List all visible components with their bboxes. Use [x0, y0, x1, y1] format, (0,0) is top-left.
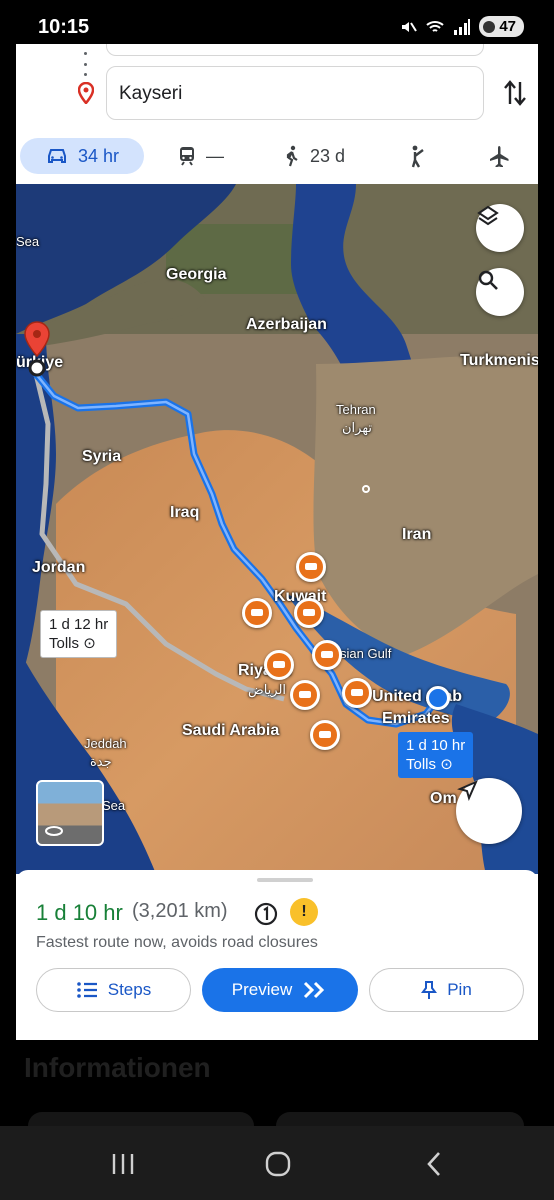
map-label-syria: Syria [82, 448, 122, 465]
map-label-tehran-native: تهران [342, 420, 372, 435]
car-icon [48, 149, 66, 163]
pin-label: Pin [447, 980, 472, 999]
transit-icon [180, 147, 194, 166]
toll-icon [254, 902, 278, 926]
toll-icon: ⊙ [83, 635, 96, 652]
map-label-riyadh-native: الرياض [248, 682, 287, 697]
tab-transit[interactable]: — [178, 138, 224, 174]
map-label-turkmenistan: Turkmenis [460, 352, 538, 369]
speed-camera-icon[interactable] [242, 598, 272, 628]
directions-app: Kayseri 34 hr — 23 d Sea Georgia Azerbai… [16, 44, 538, 1040]
map-label-red-sea: Sea [102, 798, 126, 813]
main-route-label[interactable]: 1 d 10 hr Tolls ⊙ [398, 732, 474, 778]
map-label-uae-line2: Emirates [382, 710, 450, 727]
status-bar: 10:15 47 [0, 0, 554, 44]
street-view-thumbnail[interactable] [36, 780, 104, 846]
pin-icon [421, 981, 438, 999]
swap-direction-icon[interactable] [502, 78, 528, 108]
wifi-icon [426, 20, 444, 32]
flight-icon [490, 146, 509, 167]
route-connector-dots [84, 52, 88, 76]
layers-button[interactable] [476, 204, 524, 252]
transit-time: — [206, 145, 224, 166]
mute-icon [402, 21, 418, 32]
list-icon [76, 982, 97, 998]
map-label-jordan: Jordan [32, 559, 86, 576]
destination-marker [426, 686, 450, 710]
tab-walking[interactable]: 23 d [284, 138, 345, 174]
map-label-saudi-arabia: Saudi Arabia [182, 722, 280, 739]
main-route-time: 1 d 10 hr [406, 737, 466, 754]
pin-button[interactable]: Pin [369, 968, 524, 1012]
alt-route-tolls: Tolls [49, 635, 80, 652]
origin-field[interactable] [106, 44, 484, 56]
map-label-jeddah-native: جدة [90, 754, 112, 769]
speed-camera-icon[interactable] [312, 640, 342, 670]
battery-saver-icon [483, 20, 496, 33]
back-icon[interactable] [424, 1150, 444, 1178]
tab-ride[interactable] [408, 138, 426, 174]
signal-icon [454, 18, 471, 35]
search-along-route-button[interactable] [476, 268, 524, 316]
search-icon [478, 270, 498, 290]
battery-level: 47 [499, 18, 516, 35]
status-time: 10:15 [38, 16, 90, 38]
map-label-oman: Om [430, 790, 457, 807]
alt-route-time: 1 d 12 hr [49, 616, 109, 633]
speed-camera-icon[interactable] [342, 678, 372, 708]
walk-icon [286, 145, 298, 167]
map-label-sea: Sea [16, 234, 40, 249]
steps-button[interactable]: Steps [36, 968, 191, 1012]
route-subtitle: Fastest route now, avoids road closures [36, 934, 318, 951]
route-distance: (3,201 km) [132, 900, 228, 922]
double-chevron-icon [304, 981, 325, 999]
preview-button[interactable]: Preview [202, 968, 358, 1012]
recent-apps-icon[interactable] [110, 1152, 136, 1176]
warning-icon[interactable]: ! [290, 898, 318, 926]
driving-time: 34 hr [78, 145, 120, 166]
battery-indicator: 47 [479, 16, 524, 37]
map-label-azerbaijan: Azerbaijan [246, 316, 327, 333]
map-view[interactable]: Sea Georgia Azerbaijan Turkmenis ürkiye … [16, 184, 538, 874]
route-sheet: 1 d 10 hr (3,201 km) ! Fastest route now… [16, 870, 538, 1040]
street-view-rotate-icon [45, 826, 63, 836]
tab-driving[interactable]: 34 hr [20, 138, 144, 174]
origin-pin-icon [24, 321, 50, 377]
map-label-georgia: Georgia [166, 266, 227, 283]
preview-label: Preview [231, 980, 293, 999]
speed-camera-icon[interactable] [310, 720, 340, 750]
map-label-tehran: Tehran [336, 402, 376, 417]
destination-pin-icon [78, 82, 94, 104]
walking-time: 23 d [310, 145, 346, 166]
steps-label: Steps [107, 980, 152, 999]
map-label-iraq: Iraq [170, 504, 200, 521]
sheet-drag-handle[interactable] [257, 878, 313, 882]
destination-field[interactable]: Kayseri [106, 66, 484, 120]
map-label-jeddah: Jeddah [84, 736, 127, 751]
map-label-iran: Iran [402, 526, 432, 543]
ride-icon [411, 145, 424, 168]
system-nav-bar [0, 1126, 554, 1200]
toll-icon: ⊙ [440, 756, 453, 773]
main-route-tolls: Tolls [406, 756, 437, 773]
tab-flight[interactable] [488, 138, 510, 174]
alt-route-label[interactable]: 1 d 12 hr Tolls ⊙ [40, 610, 118, 658]
route-duration: 1 d 10 hr [36, 900, 123, 925]
navigate-button[interactable] [456, 778, 522, 844]
map-label-persian-gulf: sian Gulf [340, 646, 392, 661]
travel-mode-tabs: 34 hr — 23 d [16, 138, 538, 176]
speed-camera-icon[interactable] [296, 552, 326, 582]
navigation-arrow-icon [457, 780, 478, 801]
status-icons: 47 [399, 16, 524, 37]
background-page-title: Informationen [24, 1052, 211, 1083]
home-icon[interactable] [264, 1150, 292, 1178]
layers-icon [477, 205, 499, 226]
speed-camera-icon[interactable] [264, 650, 294, 680]
speed-camera-icon[interactable] [294, 598, 324, 628]
speed-camera-icon[interactable] [290, 680, 320, 710]
